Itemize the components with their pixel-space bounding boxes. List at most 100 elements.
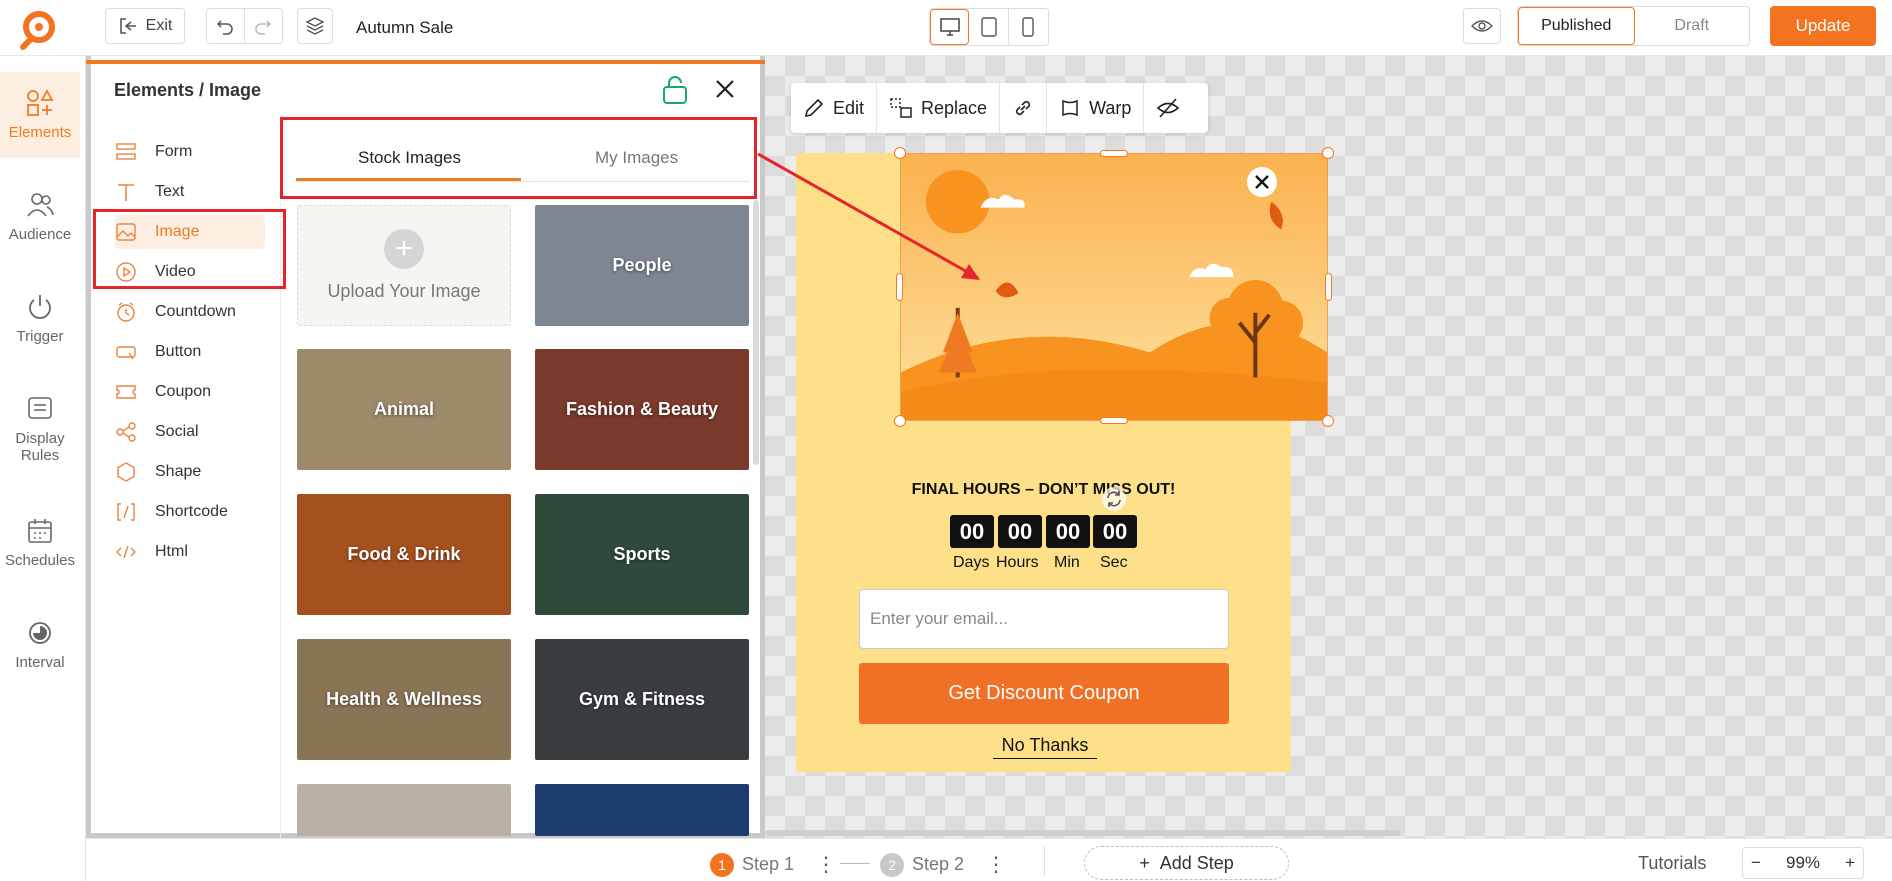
zoom-level: 99% bbox=[1785, 853, 1821, 872]
zoom-in-button[interactable]: + bbox=[1845, 853, 1855, 873]
tutorials-link[interactable]: Tutorials bbox=[1638, 853, 1706, 874]
element-item-countdown[interactable]: Countdown bbox=[115, 295, 265, 329]
category-tile-animal[interactable]: Animal bbox=[297, 349, 511, 470]
close-icon bbox=[1255, 175, 1269, 189]
category-tile-fashion-beauty[interactable]: Fashion & Beauty bbox=[535, 349, 749, 470]
step-1-item[interactable]: 1 Step 1 ⋮ bbox=[710, 852, 836, 877]
zoom-control: − 99% + bbox=[1742, 847, 1864, 879]
exit-label: Exit bbox=[145, 17, 173, 34]
lock-icon[interactable] bbox=[661, 75, 689, 105]
annotation-highlight-box bbox=[93, 209, 286, 289]
hide-button[interactable] bbox=[1144, 83, 1192, 133]
category-label: Fashion & Beauty bbox=[565, 399, 719, 419]
calendar-icon bbox=[28, 519, 52, 543]
step-menu-icon[interactable]: ⋮ bbox=[986, 852, 1006, 877]
element-label: Social bbox=[155, 423, 199, 440]
edit-label: Edit bbox=[833, 97, 865, 118]
resize-handle[interactable] bbox=[894, 415, 906, 427]
button-icon bbox=[116, 346, 136, 360]
element-item-shortcode[interactable]: Shortcode bbox=[115, 495, 265, 529]
category-tile-health-wellness[interactable]: Health & Wellness bbox=[297, 639, 511, 760]
popup-close-button[interactable] bbox=[1247, 167, 1277, 197]
countdown-hours-value: 00 bbox=[998, 515, 1042, 548]
share-icon bbox=[116, 422, 136, 442]
eye-off-icon bbox=[1157, 98, 1180, 118]
category-tile-food-drink[interactable]: Food & Drink bbox=[297, 494, 511, 615]
popup-headline[interactable]: FINAL HOURS – DON’T MISS OUT! bbox=[796, 481, 1291, 499]
draft-option[interactable]: Draft bbox=[1635, 7, 1750, 45]
replace-icon bbox=[890, 98, 912, 118]
category-tile-partial[interactable] bbox=[535, 784, 749, 836]
category-label: Sports bbox=[613, 544, 671, 564]
redo-button[interactable] bbox=[245, 9, 283, 43]
step-menu-icon[interactable]: ⋮ bbox=[816, 852, 836, 877]
layers-button[interactable] bbox=[297, 8, 333, 44]
plus-icon: + bbox=[384, 229, 424, 269]
exit-icon bbox=[119, 18, 136, 34]
campaign-title[interactable]: Autumn Sale bbox=[356, 18, 453, 38]
rail-item-display-rules[interactable]: Display Rules bbox=[0, 394, 80, 464]
undo-redo-group bbox=[206, 8, 283, 44]
eye-icon bbox=[1471, 20, 1493, 32]
resize-handle[interactable] bbox=[1325, 273, 1332, 301]
rail-item-audience[interactable]: Audience bbox=[0, 190, 80, 243]
category-tile-gym-fitness[interactable]: Gym & Fitness bbox=[535, 639, 749, 760]
rail-item-interval[interactable]: Interval bbox=[0, 618, 80, 671]
preview-button[interactable] bbox=[1463, 8, 1501, 44]
update-button[interactable]: Update bbox=[1770, 6, 1876, 46]
rail-item-elements[interactable]: Elements bbox=[0, 72, 80, 158]
resize-handle[interactable] bbox=[1322, 147, 1334, 159]
app-logo[interactable] bbox=[18, 8, 60, 50]
element-item-button[interactable]: Button bbox=[115, 335, 265, 369]
upload-label: Upload Your Image bbox=[327, 281, 481, 301]
element-item-form[interactable]: Form bbox=[115, 135, 265, 169]
warp-label: Warp bbox=[1089, 97, 1132, 118]
mobile-view-button[interactable] bbox=[1009, 9, 1048, 45]
desktop-view-button[interactable] bbox=[930, 9, 970, 45]
element-item-coupon[interactable]: Coupon bbox=[115, 375, 265, 409]
zoom-out-button[interactable]: − bbox=[1751, 853, 1761, 873]
close-icon[interactable] bbox=[712, 76, 738, 102]
resize-handle[interactable] bbox=[1100, 417, 1128, 424]
element-label: Shortcode bbox=[155, 503, 228, 520]
publish-status-toggle: Published Draft bbox=[1517, 6, 1750, 46]
element-item-social[interactable]: Social bbox=[115, 415, 265, 449]
published-option[interactable]: Published bbox=[1518, 7, 1635, 45]
refresh-icon[interactable] bbox=[1101, 486, 1127, 512]
email-field[interactable]: Enter your email... bbox=[859, 589, 1229, 649]
plus-icon: + bbox=[1139, 852, 1150, 873]
canvas-horizontal-scrollbar[interactable] bbox=[765, 830, 1400, 836]
tablet-icon bbox=[980, 17, 997, 37]
link-button[interactable] bbox=[1000, 83, 1048, 133]
warp-button[interactable]: Warp bbox=[1047, 83, 1145, 133]
warp-icon bbox=[1062, 99, 1078, 117]
no-thanks-link[interactable]: No Thanks bbox=[993, 735, 1097, 759]
get-discount-coupon-button[interactable]: Get Discount Coupon bbox=[859, 663, 1229, 724]
rail-label: Audience bbox=[8, 226, 72, 243]
step-2-item[interactable]: 2 Step 2 ⋮ bbox=[880, 852, 1006, 877]
edit-button[interactable]: Edit bbox=[791, 83, 878, 133]
element-label: Coupon bbox=[155, 383, 212, 400]
rail-item-trigger[interactable]: Trigger bbox=[0, 292, 80, 345]
panel-accent-line bbox=[86, 60, 765, 64]
mobile-icon bbox=[1022, 17, 1035, 37]
tablet-view-button[interactable] bbox=[969, 9, 1009, 45]
upload-image-tile[interactable]: + Upload Your Image bbox=[297, 205, 511, 326]
replace-button[interactable]: Replace bbox=[877, 83, 1001, 133]
element-item-shape[interactable]: Shape bbox=[115, 455, 265, 489]
resize-handle[interactable] bbox=[1322, 415, 1334, 427]
add-step-button[interactable]: + Add Step bbox=[1084, 846, 1289, 880]
resize-handle[interactable] bbox=[1100, 150, 1128, 157]
element-label: Html bbox=[155, 543, 188, 560]
exit-button[interactable]: Exit bbox=[105, 8, 185, 44]
category-tile-partial[interactable] bbox=[297, 784, 511, 836]
element-item-text[interactable]: Text bbox=[115, 175, 265, 209]
undo-button[interactable] bbox=[207, 9, 245, 43]
category-label: Food & Drink bbox=[347, 544, 461, 564]
layers-icon bbox=[305, 17, 325, 35]
element-item-html[interactable]: Html bbox=[115, 535, 265, 569]
monitor-rules-icon bbox=[28, 397, 52, 419]
category-tile-people[interactable]: People bbox=[535, 205, 749, 326]
category-tile-sports[interactable]: Sports bbox=[535, 494, 749, 615]
rail-item-schedules[interactable]: Schedules bbox=[0, 516, 80, 569]
